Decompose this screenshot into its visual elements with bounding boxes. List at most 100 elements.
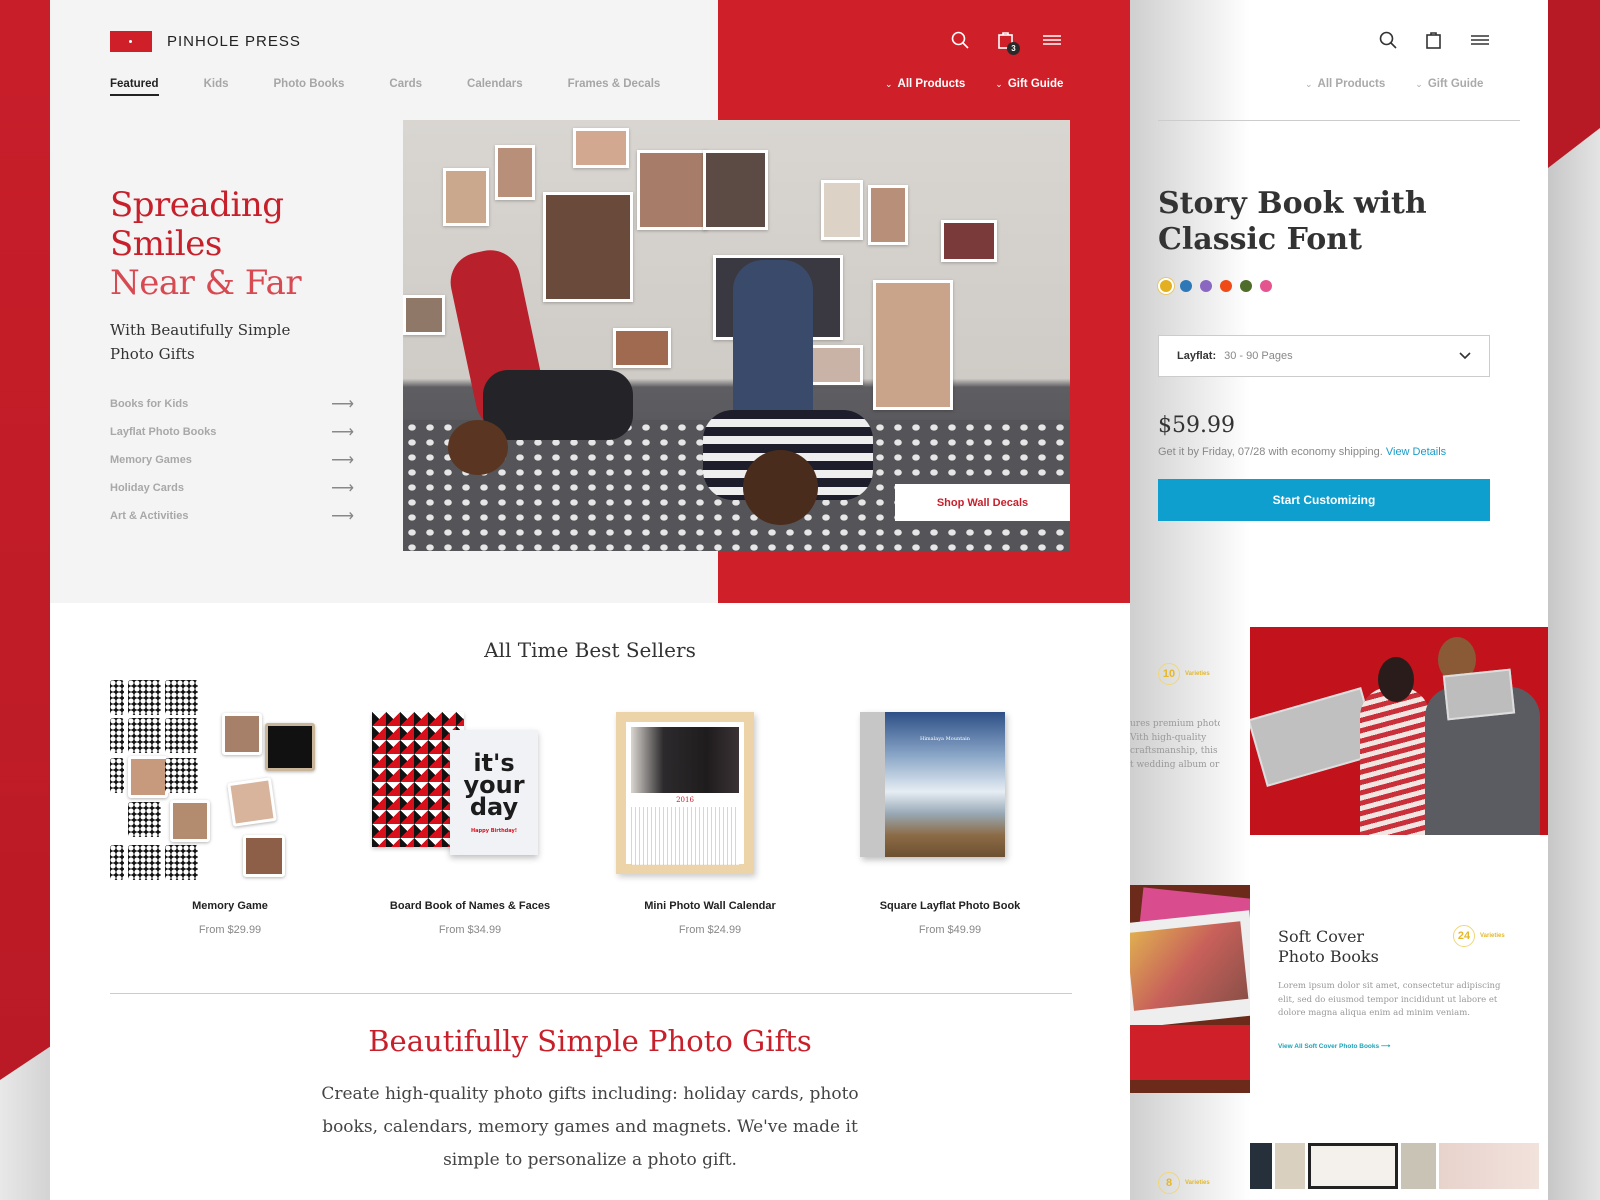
product-name: Mini Photo Wall Calendar bbox=[644, 900, 776, 912]
layflat-book-image: Himalaya Mountain bbox=[830, 680, 1070, 890]
child-face bbox=[448, 420, 508, 475]
soft-cover-book-image bbox=[1130, 885, 1250, 1093]
search-icon[interactable] bbox=[1378, 30, 1398, 50]
color-swatch[interactable] bbox=[1220, 280, 1232, 292]
search-icon[interactable] bbox=[950, 30, 970, 50]
arrow-right-icon: ⟶ bbox=[331, 508, 354, 525]
calendar-image: 2016 bbox=[590, 680, 830, 890]
tab-cards[interactable]: Cards bbox=[389, 78, 422, 96]
panel-header-icons bbox=[1378, 30, 1490, 50]
hero-image: Shop Wall Decals bbox=[403, 120, 1070, 551]
wall-photo bbox=[543, 192, 633, 302]
shop-wall-decals-button[interactable]: Shop Wall Decals bbox=[895, 484, 1070, 521]
arrow-right-icon: ⟶ bbox=[1380, 1043, 1391, 1050]
gifts-description: Create high-quality photo gifts includin… bbox=[321, 1084, 859, 1170]
start-customizing-button[interactable]: Start Customizing bbox=[1158, 479, 1490, 521]
product-detail-panel: ⌄ All Products ⌄ Gift Guide Story Book wit… bbox=[1130, 0, 1548, 1200]
tab-calendars[interactable]: Calendars bbox=[467, 78, 523, 96]
brand-name[interactable]: PINHOLE PRESS bbox=[167, 33, 301, 50]
view-details-link[interactable]: View Details bbox=[1386, 446, 1446, 458]
wall-photo bbox=[703, 150, 768, 230]
gift-guide-dropdown[interactable]: ⌄ Gift Guide bbox=[995, 78, 1063, 90]
wall-photo bbox=[637, 150, 707, 230]
product-price: From $24.99 bbox=[678, 924, 742, 936]
arrow-right-icon: ⟶ bbox=[331, 396, 354, 413]
child-face bbox=[743, 450, 818, 525]
product-title: Story Book with Classic Font bbox=[1158, 186, 1427, 257]
product-card[interactable]: it's your day Happy Birthday! Board Book… bbox=[350, 680, 590, 936]
color-swatch[interactable] bbox=[1240, 280, 1252, 292]
product-name: Square Layflat Photo Book bbox=[879, 900, 1021, 912]
arrow-right-icon: ⟶ bbox=[331, 480, 354, 497]
panel-header-links: ⌄ All Products ⌄ Gift Guide bbox=[1305, 78, 1483, 90]
color-swatches bbox=[1160, 280, 1272, 292]
color-swatch[interactable] bbox=[1180, 280, 1192, 292]
header-divider bbox=[1158, 120, 1520, 121]
wall-photo bbox=[868, 185, 908, 245]
tab-featured[interactable]: Featured bbox=[110, 78, 159, 96]
tab-photo-books[interactable]: Photo Books bbox=[274, 78, 345, 96]
photo-strip-image bbox=[1250, 1143, 1548, 1189]
varieties-badge: 24 Varieties bbox=[1453, 925, 1505, 947]
wall-photo bbox=[573, 128, 629, 168]
header-links: ⌄ All Products ⌄ Gift Guide bbox=[885, 78, 1063, 90]
product-card[interactable]: 2016 Mini Photo Wall Calendar From $24.9… bbox=[590, 680, 830, 936]
arrow-right-icon: ⟶ bbox=[331, 424, 354, 441]
product-snippet: ures premium photo Vith high-quality cra… bbox=[1130, 719, 1220, 770]
category-link[interactable]: Memory Games ⟶ bbox=[110, 446, 354, 474]
category-list: Books for Kids ⟶ Layflat Photo Books ⟶ Mem… bbox=[110, 390, 354, 530]
best-sellers-title: All Time Best Sellers bbox=[484, 638, 696, 662]
product-card[interactable]: Memory Game From $29.99 bbox=[110, 680, 350, 936]
section-divider bbox=[110, 993, 1072, 994]
product-card[interactable]: Himalaya Mountain Square Layflat Photo B… bbox=[830, 680, 1070, 936]
color-swatch[interactable] bbox=[1200, 280, 1212, 292]
product-price: From $49.99 bbox=[918, 924, 982, 936]
wall-photo bbox=[941, 220, 997, 262]
category-link[interactable]: Holiday Cards ⟶ bbox=[110, 474, 354, 502]
product-name: Board Book of Names & Faces bbox=[389, 900, 551, 912]
hero-subtitle: With Beautifully Simple Photo Gifts bbox=[110, 321, 291, 363]
shopping-bag-icon[interactable] bbox=[1424, 30, 1444, 50]
tab-frames-decals[interactable]: Frames & Decals bbox=[568, 78, 661, 96]
product-name: Memory Game bbox=[192, 900, 268, 912]
layflat-pages-select[interactable]: Layflat: 30 - 90 Pages bbox=[1158, 335, 1490, 377]
product-grid: Memory Game From $29.99 it's your day Ha… bbox=[110, 680, 1070, 936]
product-price: $59.99 bbox=[1158, 413, 1235, 438]
gift-guide-dropdown[interactable]: ⌄ Gift Guide bbox=[1415, 78, 1483, 90]
wall-photo bbox=[873, 280, 953, 410]
color-swatch[interactable] bbox=[1260, 280, 1272, 292]
chevron-down-icon: ⌄ bbox=[885, 79, 893, 89]
category-link[interactable]: Layflat Photo Books ⟶ bbox=[110, 418, 354, 446]
shipping-info: Get it by Friday, 07/28 with economy shi… bbox=[1158, 446, 1447, 458]
wall-photo bbox=[443, 168, 489, 226]
wall-photo bbox=[613, 328, 671, 368]
category-link[interactable]: Art & Activities ⟶ bbox=[110, 502, 354, 530]
menu-icon[interactable] bbox=[1042, 30, 1062, 50]
board-book-image: it's your day Happy Birthday! bbox=[350, 680, 590, 890]
wall-photo bbox=[403, 295, 445, 335]
varieties-badge: 8 Varieties bbox=[1158, 1172, 1210, 1194]
all-products-dropdown[interactable]: ⌄ All Products bbox=[885, 78, 965, 90]
menu-icon[interactable] bbox=[1470, 30, 1490, 50]
chevron-down-icon: ⌄ bbox=[995, 79, 1003, 89]
homepage: PINHOLE PRESS Featured Kids Photo Books … bbox=[50, 0, 1130, 1200]
color-swatch[interactable] bbox=[1160, 280, 1172, 292]
gifts-title: Beautifully Simple Photo Gifts bbox=[368, 1024, 812, 1058]
category-link[interactable]: Books for Kids ⟶ bbox=[110, 390, 354, 418]
shopping-bag-icon[interactable]: 3 bbox=[996, 30, 1020, 55]
hero-title: Spreading Smiles Near & Far bbox=[110, 185, 302, 303]
wall-photo bbox=[495, 145, 535, 200]
chevron-down-icon: ⌄ bbox=[1305, 79, 1313, 89]
product-price: From $34.99 bbox=[438, 924, 502, 936]
couple-photo-book-image bbox=[1250, 627, 1548, 835]
all-products-dropdown[interactable]: ⌄ All Products bbox=[1305, 78, 1385, 90]
soft-cover-description: Lorem ipsum dolor sit amet, consectetur … bbox=[1278, 981, 1501, 1018]
soft-cover-title: Soft Cover Photo Books bbox=[1278, 927, 1379, 966]
chevron-down-icon: ⌄ bbox=[1415, 79, 1423, 89]
background-grey-right bbox=[1548, 0, 1600, 1200]
tab-kids[interactable]: Kids bbox=[204, 78, 229, 96]
view-all-soft-cover-link[interactable]: View All Soft Cover Photo Books ⟶ bbox=[1278, 1042, 1390, 1050]
logo-icon[interactable] bbox=[110, 31, 152, 52]
card-front: it's your day Happy Birthday! bbox=[450, 730, 538, 855]
arrow-right-icon: ⟶ bbox=[331, 452, 354, 469]
